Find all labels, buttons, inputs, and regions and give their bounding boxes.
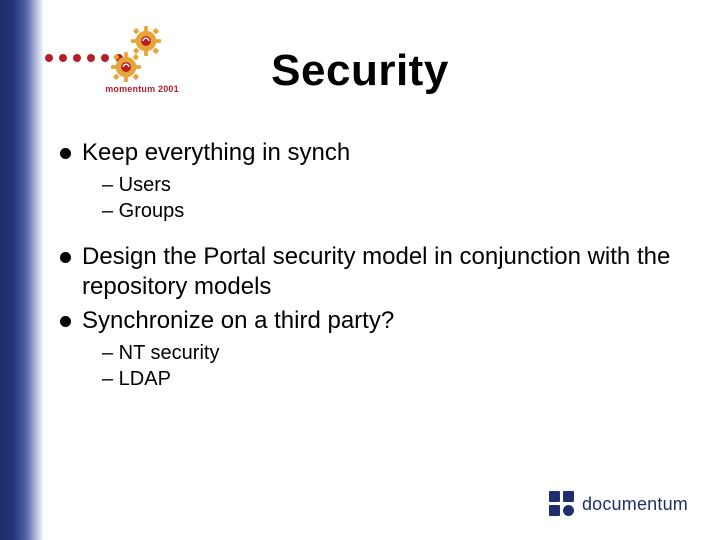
bullet-level2: – Users xyxy=(60,172,690,198)
documentum-wordmark: documentum xyxy=(582,494,688,515)
bullet-level1: Synchronize on a third party? xyxy=(60,306,690,336)
bullet-level2: – Groups xyxy=(60,198,690,224)
bullet-level1: Design the Portal security model in conj… xyxy=(60,242,690,302)
slide-title: Security xyxy=(0,46,720,96)
documentum-logo: documentum xyxy=(548,490,688,518)
bullet-sublist: – NT security – LDAP xyxy=(60,340,690,392)
bullet-sublist: – Users – Groups xyxy=(60,172,690,224)
slide-body: Keep everything in synch – Users – Group… xyxy=(60,138,690,410)
bullet-level1: Keep everything in synch xyxy=(60,138,690,168)
documentum-mark-icon xyxy=(548,490,576,518)
bullet-level2: – NT security xyxy=(60,340,690,366)
bullet-level2: – LDAP xyxy=(60,366,690,392)
